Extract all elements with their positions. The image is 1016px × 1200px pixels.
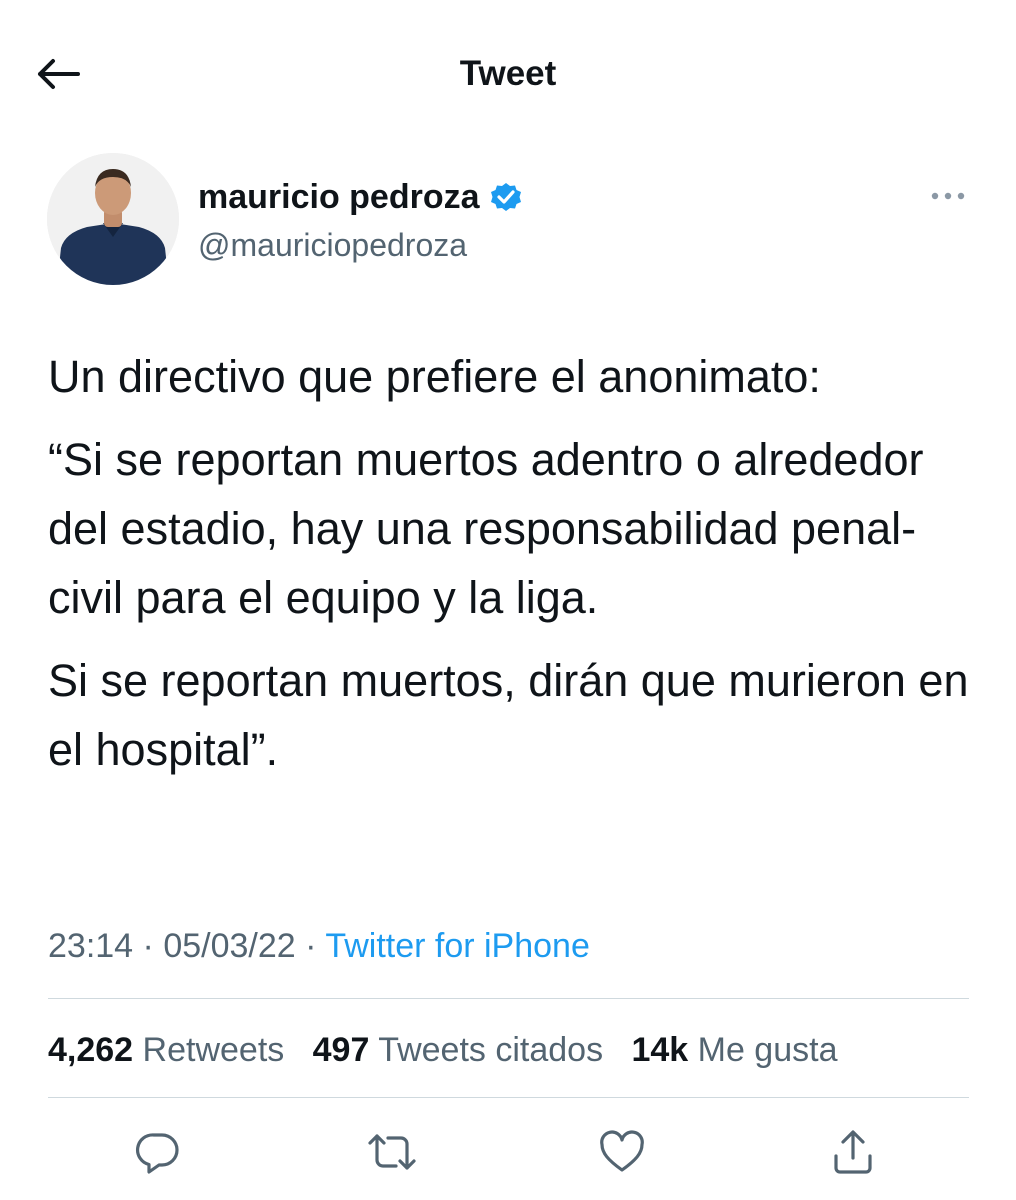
likes-stat[interactable]: 14k Me gusta [631,1031,837,1069]
share-icon [834,1130,872,1174]
tweet-date[interactable]: 05/03/22 [163,927,295,965]
retweets-stat[interactable]: 4,262 Retweets [48,1031,284,1069]
divider [48,1097,969,1098]
meta-separator: · [142,927,154,965]
tweet-source-link[interactable]: Twitter for iPhone [325,927,590,965]
retweets-count: 4,262 [48,1031,134,1069]
quotes-label: Tweets citados [378,1031,604,1069]
likes-label: Me gusta [697,1031,838,1069]
meta-separator: · [305,927,317,965]
tweet-text: Un directivo que prefiere el anonimato: … [48,342,978,784]
avatar[interactable] [47,153,179,285]
quotes-count: 497 [312,1031,370,1069]
retweets-label: Retweets [142,1031,285,1069]
heart-icon [600,1130,644,1172]
tweet-paragraph: Un directivo que prefiere el anonimato: [48,351,821,402]
reply-icon [135,1133,179,1174]
display-name[interactable]: mauricio pedroza [198,174,480,220]
handle[interactable]: @mauriciopedroza [198,224,467,266]
retweet-icon [368,1134,416,1170]
page-title: Tweet [459,54,557,93]
tweet-metadata: 23:14 · 05/03/22 · Twitter for iPhone [48,920,590,972]
tweet-paragraph: Si se reportan muertos, dirán que murier… [48,655,969,775]
tweet-stats: 4,262 Retweets 497 Tweets citados 14k Me… [48,1024,837,1076]
retweet-button[interactable] [366,1126,418,1178]
tweet-time[interactable]: 23:14 [48,927,133,965]
tweet-paragraph: “Si se reportan muertos adentro o alrede… [48,434,924,623]
likes-count: 14k [631,1031,689,1069]
author-name-row: mauricio pedroza [198,174,524,220]
more-button[interactable] [926,180,970,212]
verified-badge-icon [490,183,521,211]
like-button[interactable] [596,1126,648,1178]
more-horizontal-icon [931,192,965,200]
quotes-stat[interactable]: 497 Tweets citados [313,1031,603,1069]
top-bar: Tweet [0,0,1016,150]
share-button[interactable] [827,1126,879,1178]
divider [48,998,969,999]
reply-button[interactable] [132,1126,184,1178]
